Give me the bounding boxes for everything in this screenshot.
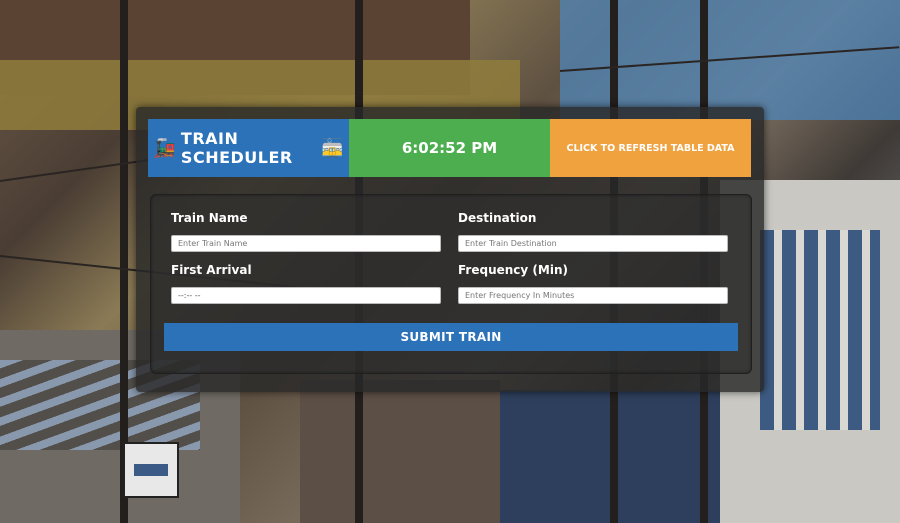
steam-locomotive-icon: 🚂 xyxy=(153,137,176,159)
app-title: 🚂 TRAIN SCHEDULER 🚋 xyxy=(148,119,349,177)
train-name-input[interactable] xyxy=(171,235,441,252)
first-arrival-input[interactable] xyxy=(171,287,441,304)
add-train-form: Train Name Destination First Arrival Fre… xyxy=(150,194,752,374)
scheduler-panel: 🚂 TRAIN SCHEDULER 🚋 6:02:52 PM CLICK TO … xyxy=(136,107,764,392)
background-track xyxy=(300,380,500,523)
destination-label: Destination xyxy=(458,211,537,225)
frequency-input[interactable] xyxy=(458,287,728,304)
refresh-table-button[interactable]: CLICK TO REFRESH TABLE DATA xyxy=(550,119,751,177)
background-station-sign xyxy=(123,442,179,498)
app-title-text: TRAIN SCHEDULER xyxy=(180,129,293,167)
background-train-front xyxy=(500,390,750,523)
train-name-label: Train Name xyxy=(171,211,248,225)
tram-car-icon: 🚋 xyxy=(321,137,344,159)
destination-input[interactable] xyxy=(458,235,728,252)
current-time: 6:02:52 PM xyxy=(349,119,550,177)
background-train-windows xyxy=(760,230,880,430)
header-bar: 🚂 TRAIN SCHEDULER 🚋 6:02:52 PM CLICK TO … xyxy=(148,119,751,177)
frequency-label: Frequency (Min) xyxy=(458,263,568,277)
submit-train-button[interactable]: SUBMIT TRAIN xyxy=(164,323,738,351)
first-arrival-label: First Arrival xyxy=(171,263,252,277)
